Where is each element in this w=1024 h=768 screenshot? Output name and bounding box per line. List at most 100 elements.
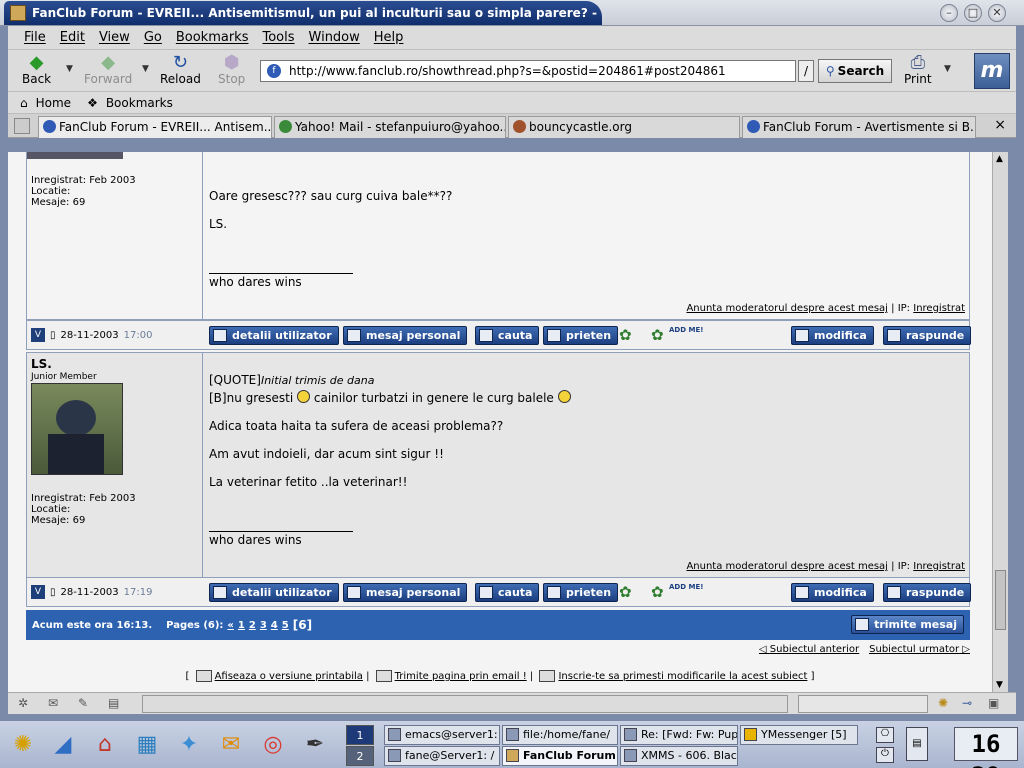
konqueror-icon[interactable]: ✦ [172, 727, 206, 761]
security-icon[interactable]: ✺ [938, 696, 954, 710]
navigator-icon[interactable]: ✲ [18, 696, 34, 710]
minimize-icon[interactable]: – [940, 4, 958, 22]
first-page-link[interactable]: « [227, 620, 233, 631]
menu-edit[interactable]: Edit [60, 30, 85, 45]
task-ymessenger[interactable]: YMessenger [5] [740, 725, 858, 745]
clock[interactable]: 16 29 [954, 727, 1018, 768]
menu-go[interactable]: Go [144, 30, 162, 45]
user-details-button[interactable]: detalii utilizator [209, 583, 339, 602]
tab-bouncycastle[interactable]: bouncycastle.org [508, 116, 740, 138]
online-status-icon[interactable]: ⊸ [962, 696, 978, 710]
print-dropdown-icon[interactable]: ▼ [944, 64, 951, 74]
mail-client-icon[interactable]: ✉ [214, 727, 248, 761]
user-details-button[interactable]: detalii utilizator [209, 326, 339, 345]
add-friend-button[interactable]: prieten [543, 326, 619, 345]
ip-link[interactable]: Inregistrat [913, 303, 965, 314]
task-file-manager[interactable]: file:/home/fane/ [502, 725, 618, 745]
window-title-area[interactable]: FanClub Forum - EVREII... Antisemitismul… [4, 1, 602, 25]
email-page-link[interactable]: Trimite pagina prin email ! [395, 671, 527, 682]
forward-button[interactable]: ◆ Forward [84, 52, 132, 87]
next-thread-link[interactable]: Subiectul urmator ▷ [869, 644, 970, 655]
scroll-down-icon[interactable]: ▼ [996, 680, 1003, 690]
home-folder-icon[interactable]: ⌂ [88, 727, 122, 761]
edit-post-button[interactable]: modifica [791, 583, 874, 602]
menu-file[interactable]: File [24, 30, 46, 45]
add-friend-button[interactable]: prieten [543, 583, 619, 602]
printable-version-link[interactable]: Afiseaza o versiune printabila [215, 671, 363, 682]
send-message-button[interactable]: trimite mesaj [851, 615, 964, 634]
task-xmms[interactable]: XMMS - 606. Blac [620, 746, 738, 766]
print-button[interactable]: ⎙ Print [904, 52, 932, 87]
tab-list-icon[interactable] [14, 118, 30, 134]
task-emacs[interactable]: emacs@server1: [384, 725, 500, 745]
show-desktop-icon[interactable]: ◢ [46, 727, 80, 761]
search-button[interactable]: ⚲ Search [818, 59, 892, 83]
menu-tools[interactable]: Tools [262, 30, 294, 45]
desktop-2[interactable]: 2 [346, 746, 374, 766]
page-link[interactable]: 1 [238, 620, 245, 631]
home-link[interactable]: Home [36, 96, 71, 110]
forward-history-dropdown-icon[interactable]: ▼ [142, 64, 149, 74]
window-titlebar[interactable]: FanClub Forum - EVREII... Antisemitismul… [0, 0, 1024, 26]
page-link[interactable]: 5 [282, 620, 289, 631]
icq-flower-icon[interactable]: ✿ [619, 327, 635, 343]
page-link[interactable]: 3 [260, 620, 267, 631]
vertical-scrollbar[interactable]: ▲ ▼ [992, 152, 1008, 692]
mozilla-throbber-icon[interactable]: m [974, 53, 1010, 89]
composer-icon[interactable]: ✎ [78, 696, 94, 710]
klipper-icon[interactable]: ▤ [906, 727, 928, 761]
desktop-pager[interactable]: 1 2 [346, 725, 374, 767]
reply-button[interactable]: raspunde [883, 326, 972, 345]
menu-window[interactable]: Window [309, 30, 360, 45]
tab-fanclub-avertismente[interactable]: FanClub Forum - Avertismente si B... [742, 116, 976, 138]
desktop-1[interactable]: 1 [346, 725, 374, 745]
task-terminal[interactable]: fane@Server1: / [384, 746, 500, 766]
go-button[interactable]: / [798, 60, 814, 82]
report-moderator-link[interactable]: Anunta moderatorul despre acest mesaj [686, 303, 888, 314]
control-center-icon[interactable]: ▦ [130, 727, 164, 761]
close-tab-icon[interactable]: × [994, 117, 1006, 133]
private-message-button[interactable]: mesaj personal [343, 583, 468, 602]
fanclub-favicon-icon [747, 120, 760, 133]
text-editor-icon[interactable]: ✒ [298, 727, 332, 761]
address-book-icon[interactable]: ▤ [108, 696, 124, 710]
close-icon[interactable]: ✕ [988, 4, 1006, 22]
ip-link[interactable]: Inregistrat [913, 561, 965, 572]
url-field[interactable]: f http://www.fanclub.ro/showthread.php?s… [260, 60, 796, 82]
mail-icon[interactable]: ✉ [48, 696, 64, 710]
scrollbar-thumb[interactable] [995, 570, 1006, 630]
back-button[interactable]: ◆ Back [22, 52, 51, 87]
page-link[interactable]: 4 [271, 620, 278, 631]
menu-help[interactable]: Help [374, 30, 404, 45]
task-mail[interactable]: Re: [Fwd: Fw: Pup [620, 725, 738, 745]
page-link[interactable]: 2 [249, 620, 256, 631]
menu-view[interactable]: View [99, 30, 130, 45]
reply-button[interactable]: raspunde [883, 583, 972, 602]
lock-screen-icon[interactable]: ⎔ [876, 727, 894, 743]
scroll-up-icon[interactable]: ▲ [996, 154, 1003, 164]
icq-add-icon[interactable]: ✿ [651, 327, 667, 343]
tab-yahoo-mail[interactable]: Yahoo! Mail - stefanpuiuro@yahoo... [274, 116, 506, 138]
edit-post-button[interactable]: modifica [791, 326, 874, 345]
report-moderator-link[interactable]: Anunta moderatorul despre acest mesaj [686, 561, 888, 572]
stop-button[interactable]: ⬢ Stop [218, 52, 245, 87]
maximize-icon[interactable]: □ [964, 4, 982, 22]
search-user-button[interactable]: cauta [475, 583, 540, 602]
back-history-dropdown-icon[interactable]: ▼ [66, 64, 73, 74]
tab-fanclub-evreii[interactable]: FanClub Forum - EVREII... Antisem... [38, 116, 272, 138]
icq-flower-icon[interactable]: ✿ [619, 584, 635, 600]
menu-bookmarks[interactable]: Bookmarks [176, 30, 249, 45]
bookmarks-link[interactable]: Bookmarks [106, 96, 173, 110]
kde-menu-icon[interactable]: ✺ [6, 727, 40, 761]
author-username[interactable]: LS. [31, 357, 52, 371]
logout-icon[interactable]: ⏻ [876, 747, 894, 763]
lock-icon[interactable]: ▣ [988, 696, 1004, 710]
subscribe-link[interactable]: Inscrie-te sa primesti modificarile la a… [558, 671, 807, 682]
private-message-button[interactable]: mesaj personal [343, 326, 468, 345]
icq-add-icon[interactable]: ✿ [651, 584, 667, 600]
search-user-button[interactable]: cauta [475, 326, 540, 345]
help-lifebuoy-icon[interactable]: ◎ [256, 727, 290, 761]
reload-button[interactable]: ↻ Reload [160, 52, 201, 87]
previous-thread-link[interactable]: ◁ Subiectul anterior [759, 644, 859, 655]
task-mozilla[interactable]: FanClub Forum [502, 746, 618, 766]
